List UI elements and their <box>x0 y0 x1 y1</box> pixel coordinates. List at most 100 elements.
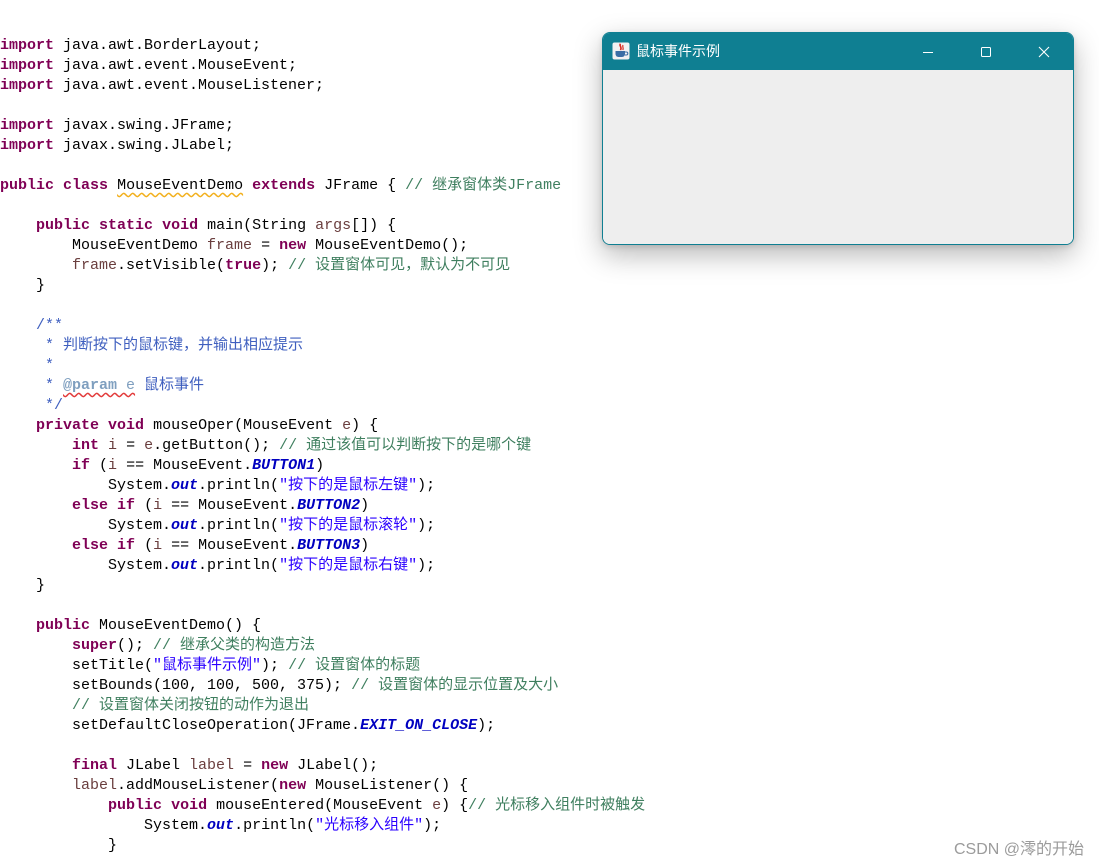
java-app-icon[interactable] <box>612 42 630 60</box>
code-line: * 判断按下的鼠标键，并输出相应提示 <box>0 336 1099 356</box>
code-text: MouseEventDemo <box>0 237 208 254</box>
static-field-token: out <box>171 557 199 574</box>
keyword-token: public <box>36 217 91 234</box>
keyword-token: int <box>72 437 100 454</box>
code-line: // 设置窗体关闭按钮的动作为退出 <box>0 696 1099 716</box>
code-text: .println( <box>198 557 280 574</box>
code-text: []) { <box>351 217 397 234</box>
local-variable-token: i <box>108 437 118 454</box>
code-text: JLabel(); <box>288 757 379 774</box>
line-comment: // 设置窗体的标题 <box>288 657 421 674</box>
code-line: int i = e.getButton(); // 通过该值可以判断按下的是哪个… <box>0 436 1099 456</box>
keyword-token: if <box>117 497 136 514</box>
maximize-button[interactable] <box>957 33 1015 70</box>
javadoc-param-name: e <box>117 377 136 394</box>
code-text: ); <box>477 717 496 734</box>
code-line: System.out.println("按下的是鼠标左键"); <box>0 476 1099 496</box>
code-text: .println( <box>198 477 280 494</box>
code-line: label.addMouseListener(new MouseListener… <box>0 776 1099 796</box>
window-title: 鼠标事件示例 <box>636 43 720 59</box>
local-variable-token: label <box>72 777 118 794</box>
code-text: } <box>0 277 46 294</box>
code-text: java.awt.BorderLayout; <box>54 37 262 54</box>
keyword-token: private <box>36 417 100 434</box>
keyword-token: public <box>36 617 91 634</box>
code-text: == MouseEvent. <box>162 497 298 514</box>
keyword-token: void <box>162 217 199 234</box>
keyword-token: final <box>72 757 118 774</box>
static-field-token: BUTTON1 <box>252 457 316 474</box>
keyword-token: new <box>261 757 289 774</box>
keyword-token: static <box>99 217 154 234</box>
class-name-token: MouseEventDemo <box>117 177 244 194</box>
line-comment: // 设置窗体可见，默认为不可见 <box>288 257 511 274</box>
code-line: setDefaultCloseOperation(JFrame.EXIT_ON_… <box>0 716 1099 736</box>
app-window[interactable]: 鼠标事件示例 <box>602 32 1074 245</box>
code-text: ) { <box>441 797 469 814</box>
keyword-token: class <box>63 177 109 194</box>
local-variable-token: i <box>153 497 163 514</box>
keyword-token: import <box>0 117 55 134</box>
code-text: ); <box>417 517 436 534</box>
keyword-token: import <box>0 57 55 74</box>
keyword-token: else <box>72 537 109 554</box>
keyword-token: new <box>279 777 307 794</box>
javadoc-comment: */ <box>0 397 64 414</box>
minimize-button[interactable] <box>899 33 957 70</box>
string-literal: "光标移入组件" <box>315 817 424 834</box>
code-text: System. <box>0 557 172 574</box>
keyword-token: public <box>108 797 163 814</box>
local-variable-token: frame <box>72 257 118 274</box>
window-title-bar[interactable]: 鼠标事件示例 <box>603 33 1073 70</box>
javadoc-comment: * 判断按下的鼠标键，并输出相应提示 <box>0 337 304 354</box>
code-line: } <box>0 576 1099 596</box>
line-comment: // 通过该值可以判断按下的是哪个键 <box>279 437 532 454</box>
string-literal: "鼠标事件示例" <box>153 657 262 674</box>
line-comment: // 继承窗体类JFrame <box>405 177 562 194</box>
line-comment: // 继承父类的构造方法 <box>153 637 316 654</box>
line-comment: // 设置窗体的显示位置及大小 <box>351 677 559 694</box>
code-text: } <box>0 837 118 854</box>
code-line: } <box>0 836 1099 856</box>
keyword-token: super <box>72 637 118 654</box>
code-line: super(); // 继承父类的构造方法 <box>0 636 1099 656</box>
close-button[interactable] <box>1015 33 1073 70</box>
code-line: System.out.println("按下的是鼠标右键"); <box>0 556 1099 576</box>
local-variable-token: i <box>108 457 118 474</box>
static-field-token: out <box>171 477 199 494</box>
keyword-token: public <box>0 177 55 194</box>
keyword-token: import <box>0 37 55 54</box>
local-variable-token: e <box>432 797 442 814</box>
code-text: JLabel <box>117 757 190 774</box>
code-text: MouseEventDemo(); <box>306 237 469 254</box>
window-content-pane[interactable] <box>603 70 1073 244</box>
code-text: ) { <box>351 417 379 434</box>
code-text: ); <box>261 657 289 674</box>
code-text: java.awt.event.MouseEvent; <box>54 57 298 74</box>
code-line: System.out.println("按下的是鼠标滚轮"); <box>0 516 1099 536</box>
javadoc-comment: /** <box>0 317 64 334</box>
code-text: MouseListener() { <box>306 777 469 794</box>
keyword-token: extends <box>252 177 316 194</box>
code-line: final JLabel label = new JLabel(); <box>0 756 1099 776</box>
static-field-token: EXIT_ON_CLOSE <box>360 717 478 734</box>
code-text: ); <box>423 817 442 834</box>
local-variable-token: args <box>315 217 352 234</box>
code-text: .getButton(); <box>153 437 280 454</box>
code-text: System. <box>0 517 172 534</box>
